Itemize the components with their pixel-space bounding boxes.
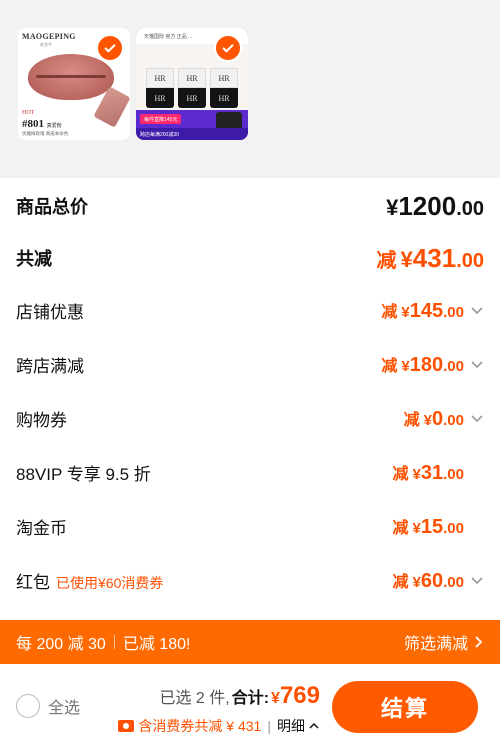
total-currency: ¥ (271, 690, 280, 707)
product-brand: MAOGEPING (22, 32, 76, 41)
chevron-right-icon (475, 636, 483, 648)
promo-rule: 每 200 减 30 (16, 636, 106, 653)
discount-row-red-packet[interactable]: 红包 已使用¥60消费券 减 ¥60.00 (0, 562, 500, 598)
chevron-up-icon (309, 722, 319, 729)
discount-label: 红包 已使用¥60消费券 (16, 572, 164, 592)
select-all-label: 全选 (48, 700, 81, 717)
total-label: 合计: (231, 690, 270, 707)
checkout-button[interactable]: 结算 (332, 681, 478, 733)
discount-row-cross-store[interactable]: 跨店满减 减 ¥180.00 (0, 346, 500, 382)
filter-full-reduction-link[interactable]: 筛选满减 (404, 630, 484, 654)
discount-label: 淘金币 (16, 518, 67, 538)
select-all-toggle[interactable]: 全选 (16, 694, 80, 718)
cream-jar-image: HR HR (210, 68, 238, 108)
divider (113, 635, 115, 649)
product-thumbnail-lipstick[interactable]: MAOGEPING 毛戈平 HOT #801 真爱粉 优雅梅玫瑰 真皮本命色 (18, 28, 130, 140)
total-price-row: 商品总价 ¥1200.00 (0, 186, 500, 226)
discount-value: 减 ¥31.00 (392, 461, 464, 484)
red-packet-note: 已使用¥60消费券 (56, 574, 164, 591)
total-reduce-value: 减 ¥431.00 (376, 242, 484, 273)
chevron-down-icon[interactable] (470, 411, 484, 425)
order-summary: 已选 2 件, 合计: ¥ 769 含消费券共减 ¥ 431 | 明细 (118, 682, 320, 736)
chevron-down-icon[interactable] (470, 303, 484, 317)
lips-image (28, 54, 114, 100)
selected-check-icon[interactable] (96, 34, 124, 62)
discount-row-taojinbi: 淘金币 减 ¥15.00 (0, 508, 500, 544)
cream-jar-image: HR HR (178, 68, 206, 108)
discount-row-store[interactable]: 店铺优惠 减 ¥145.00 (0, 292, 500, 328)
discount-value: 减 ¥145.00 (381, 298, 484, 323)
discount-value: 减 ¥60.00 (393, 568, 484, 593)
full-reduction-promo-bar: 每 200 减 30 已减 180! 筛选满减 (0, 620, 500, 664)
checkout-bar: 全选 已选 2 件, 合计: ¥ 769 含消费券共减 ¥ 431 | 明细 结… (0, 664, 500, 751)
total-price-value: ¥1200.00 (386, 190, 484, 221)
discount-row-shopping-voucher[interactable]: 购物券 减 ¥0.00 (0, 400, 500, 436)
discount-label: 店铺优惠 (16, 302, 84, 322)
price-drop-tag: 每件直降145元 (140, 114, 182, 124)
discount-value: 减 ¥180.00 (381, 352, 484, 377)
coupon-icon (118, 720, 135, 732)
shade-description: 优雅梅玫瑰 真皮本命色 (22, 131, 69, 136)
discount-label: 跨店满减 (16, 356, 84, 376)
product-brand-sub: 毛戈平 (40, 42, 52, 47)
chevron-down-icon[interactable] (470, 357, 484, 371)
product-thumbnail-cream[interactable]: 天猫国际 官方 正品 ... HR HR HR HR HR HR 每件直降145元 跨… (136, 28, 248, 140)
discount-label: 88VIP 专享 9.5 折 (16, 464, 151, 484)
cross-store-tag: 跨店每满200减30 (136, 128, 248, 140)
promo-achieved: 已减 180! (122, 636, 191, 653)
selected-check-icon[interactable] (214, 34, 242, 62)
discount-value: 减 ¥15.00 (392, 515, 464, 538)
shade-number: #801 真爱粉 (22, 118, 62, 130)
total-amount: 769 (279, 682, 320, 709)
chevron-down-icon[interactable] (470, 573, 484, 587)
hot-tag: HOT (22, 110, 35, 116)
discount-value: 减 ¥0.00 (404, 406, 484, 431)
total-reduce-label: 共减 (16, 249, 52, 269)
discount-label: 购物券 (16, 410, 67, 430)
detail-link[interactable]: 明细 (277, 716, 320, 736)
cream-jar-image: HR HR (146, 68, 174, 108)
total-price-label: 商品总价 (16, 197, 88, 217)
discount-row-88vip: 88VIP 专享 9.5 折 减 ¥31.00 (0, 454, 500, 490)
selected-products-strip: MAOGEPING 毛戈平 HOT #801 真爱粉 优雅梅玫瑰 真皮本命色 天… (0, 0, 500, 178)
selected-count: 已选 2 件, (159, 690, 230, 707)
total-reduce-row: 共减 减 ¥431.00 (0, 238, 500, 278)
coupon-note: 含消费券共减 ¥ 431 (138, 718, 262, 734)
select-all-radio[interactable] (16, 694, 40, 718)
